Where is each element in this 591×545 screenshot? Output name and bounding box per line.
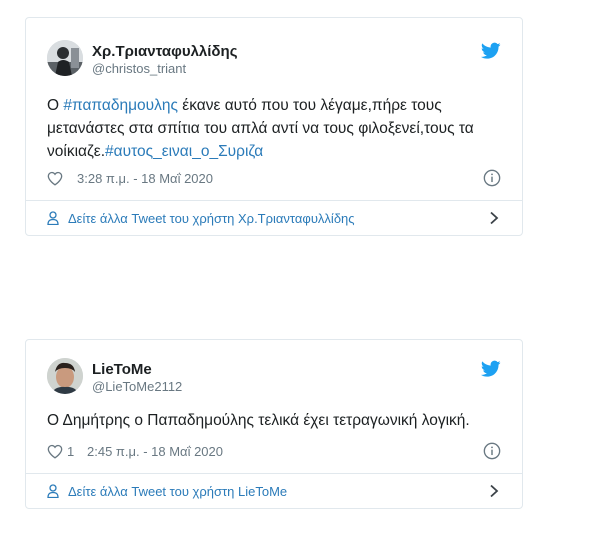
tweet-timestamp[interactable]: 2:45 π.μ. - 18 Μαΐ 2020: [87, 444, 223, 459]
more-tweets-label[interactable]: Δείτε άλλα Tweet του χρήστη Χρ.Τριανταφυ…: [68, 211, 355, 226]
divider: [26, 200, 522, 201]
avatar[interactable]: [47, 358, 83, 394]
tweet-card-1[interactable]: Χρ.Τριανταφυλλίδης @christos_triant Ο #π…: [25, 17, 523, 236]
tweet-header: Χρ.Τριανταφυλλίδης @christos_triant: [47, 40, 501, 80]
twitter-bird-icon[interactable]: [481, 360, 501, 378]
user-icon: [47, 484, 59, 498]
hashtag-link[interactable]: #παπαδημουλης: [63, 97, 178, 114]
info-icon[interactable]: [483, 442, 501, 460]
heart-icon[interactable]: [47, 171, 63, 186]
tweet-meta: 1 2:45 π.μ. - 18 Μαΐ 2020: [47, 442, 501, 462]
tweet-timestamp[interactable]: 3:28 π.μ. - 18 Μαΐ 2020: [77, 171, 213, 186]
tweet-text: Ο #παπαδημουλης έκανε αυτό που του λέγαμ…: [47, 97, 474, 160]
chevron-right-icon[interactable]: [489, 211, 499, 225]
more-tweets-link[interactable]: Δείτε άλλα Tweet του χρήστη Χρ.Τριανταφυ…: [47, 208, 501, 230]
tweet-header: LieToMe @LieToMe2112: [47, 358, 501, 398]
twitter-bird-icon[interactable]: [481, 42, 501, 60]
author-handle[interactable]: @christos_triant: [92, 61, 186, 76]
divider: [26, 473, 522, 474]
info-icon[interactable]: [483, 169, 501, 187]
heart-icon[interactable]: [47, 444, 63, 459]
hashtag-link[interactable]: #αυτος_ειναι_ο_Συριζα: [105, 143, 263, 160]
more-tweets-label[interactable]: Δείτε άλλα Tweet του χρήστη LieToMe: [68, 484, 287, 499]
avatar[interactable]: [47, 40, 83, 76]
tweet-meta: 3:28 π.μ. - 18 Μαΐ 2020: [47, 169, 501, 189]
author-handle[interactable]: @LieToMe2112: [92, 379, 182, 394]
author-name[interactable]: Χρ.Τριανταφυλλίδης: [92, 43, 238, 60]
like-count: 1: [67, 444, 75, 459]
chevron-right-icon[interactable]: [489, 484, 499, 498]
author-name[interactable]: LieToMe: [92, 361, 152, 378]
tweet-text: Ο Δημήτρης ο Παπαδημούλης τελικά έχει τε…: [47, 412, 470, 429]
user-icon: [47, 211, 59, 225]
more-tweets-link[interactable]: Δείτε άλλα Tweet του χρήστη LieToMe: [47, 481, 501, 503]
tweet-card-2[interactable]: LieToMe @LieToMe2112 Ο Δημήτρης ο Παπαδη…: [25, 339, 523, 509]
